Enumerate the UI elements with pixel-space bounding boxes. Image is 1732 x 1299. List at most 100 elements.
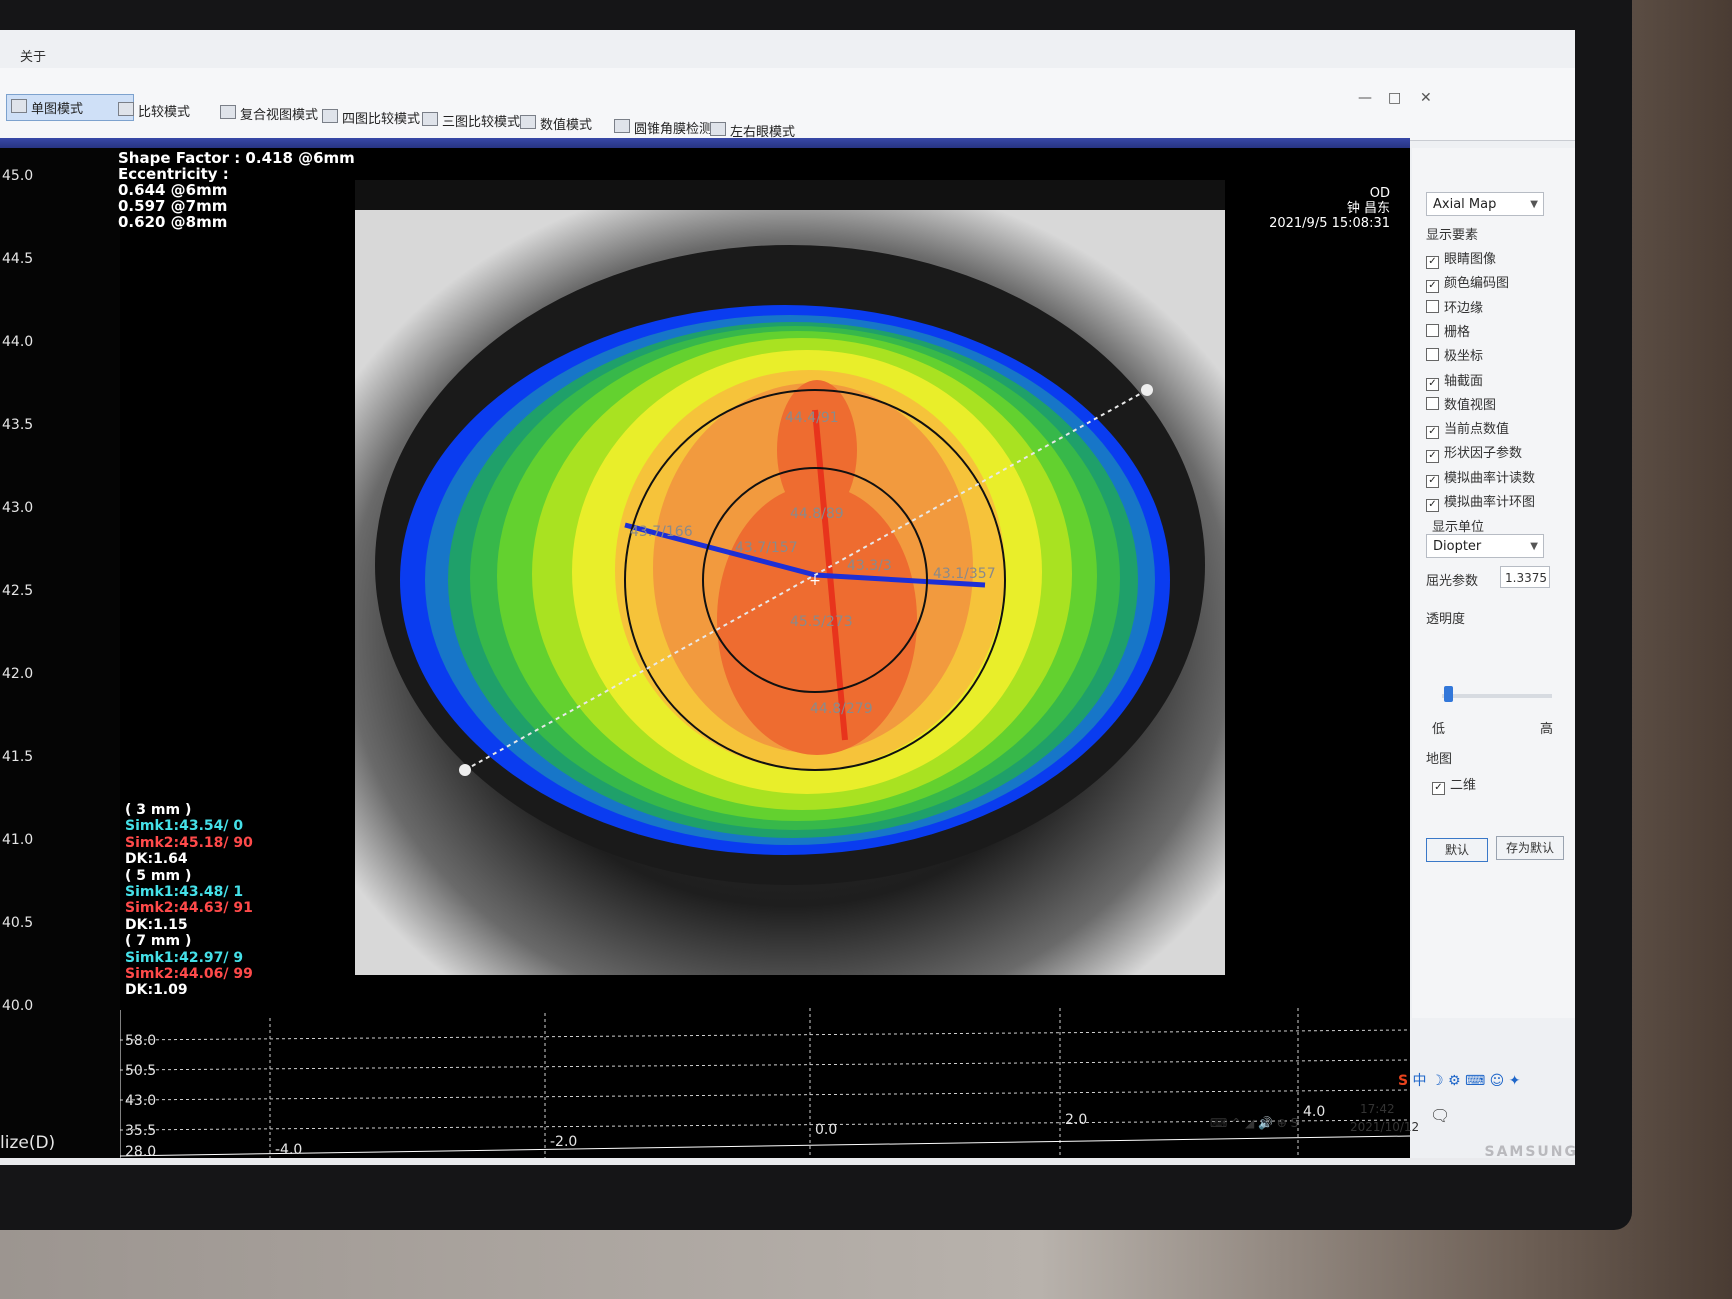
ime-toolbar[interactable]: S 中 ☽ ⚙ ⌨ ☺ ✦ — [1398, 1070, 1520, 1090]
topography-view: 45.0 44.5 44.0 43.5 43.0 42.5 42.0 41.5 … — [0, 148, 1410, 1158]
tab-composite-mode[interactable]: 复合视图模式 — [216, 101, 324, 126]
four-grid-icon — [322, 109, 338, 123]
simk-readings: ( 3 mm ) Simk1:43.54/ 0 Simk2:45.18/ 90 … — [125, 802, 253, 999]
checkbox-icon: ✓ — [1426, 377, 1439, 391]
simk1-3mm: Simk1:43.54/ 0 — [125, 818, 244, 835]
scale-unit-label: lize(D) — [0, 1133, 56, 1153]
checkbox-icon: ✓ — [1426, 499, 1439, 512]
sogou-icon: S — [1398, 1073, 1409, 1089]
maximize-button[interactable]: □ — [1388, 90, 1401, 106]
tab-three-compare-mode[interactable]: 三图比较模式 — [418, 108, 526, 133]
three-grid-icon — [422, 112, 438, 126]
scale-tick: 44.5 — [2, 251, 34, 267]
option-checkbox[interactable]: ✓ 模拟曲率计环图 — [1426, 491, 1535, 512]
eccentricity-6mm: 0.644 @6mm — [118, 181, 228, 199]
taskbar: ▥ ◉ ▰ ◍ — [0, 1158, 1575, 1165]
section-handle-left[interactable] — [459, 764, 471, 776]
profile-x-tick: -2.0 — [550, 1134, 577, 1150]
profile-x-tick: 2.0 — [1065, 1112, 1087, 1128]
corneal-map[interactable]: 44.4/91 44.8/89 43.7/166 43.7/157 43.3/3… — [355, 180, 1225, 975]
option-checkbox[interactable]: ✓ 形状因子参数 — [1426, 442, 1522, 464]
eccentricity-7mm: 0.597 @7mm — [118, 197, 228, 215]
option-checkbox[interactable]: ✓ 模拟曲率计读数 — [1426, 467, 1535, 488]
mode-toolbar: 单图模式 比较模式 复合视图模式 四图比较模式 三图比较模式 数值模式 圆锥角膜… — [0, 68, 1575, 141]
profile-y-tick: 50.5 — [125, 1063, 156, 1079]
checkbox-icon: ✓ — [1426, 474, 1439, 488]
unit-select[interactable]: Diopter ▼ — [1426, 534, 1544, 558]
map-label-outer-right: 43.1/357 — [933, 566, 996, 582]
option-checkbox[interactable]: ✓ 当前点数值 — [1426, 418, 1509, 440]
option-checkbox[interactable]: ✓ 眼睛图像 — [1426, 248, 1496, 269]
map-label-top: 44.4/91 — [785, 410, 839, 426]
checkbox-icon — [1426, 348, 1439, 362]
map-label-inner-bottom: 45.5/273 — [790, 614, 853, 630]
option-checkbox[interactable]: 栅格 — [1426, 321, 1470, 340]
checkbox-icon — [1426, 323, 1439, 337]
dk-7mm: DK:1.09 — [125, 982, 188, 999]
scale-tick: 41.0 — [2, 832, 34, 848]
menu-bar: 关于 — [0, 42, 1575, 68]
zone-5mm: ( 5 mm ) — [125, 867, 192, 884]
dk-5mm: DK:1.15 — [125, 916, 188, 933]
checkbox-icon: ✓ — [1426, 450, 1439, 464]
option-checkbox[interactable]: 数值视图 — [1426, 394, 1496, 413]
simk1-5mm: Simk1:43.48/ 1 — [125, 884, 244, 901]
monitor: 关于 单图模式 比较模式 复合视图模式 四图比较模式 三图比较模式 数值模式 圆… — [0, 0, 1632, 1230]
zone-3mm: ( 3 mm ) — [125, 802, 192, 818]
single-view-icon — [11, 99, 27, 113]
menu-about[interactable]: 关于 — [20, 46, 46, 65]
tab-four-compare-mode[interactable]: 四图比较模式 — [318, 105, 426, 130]
clock-time[interactable]: 17:42 — [1360, 1102, 1395, 1116]
low-label: 低 — [1432, 722, 1446, 737]
screen: 关于 单图模式 比较模式 复合视图模式 四图比较模式 三图比较模式 数值模式 圆… — [0, 30, 1575, 1165]
shape-factor: Shape Factor : 0.418 @6mm — [118, 149, 355, 167]
zone-7mm: ( 7 mm ) — [125, 933, 192, 950]
option-checkbox[interactable]: ✓ 颜色编码图 — [1426, 272, 1509, 294]
profile-y-tick: 35.5 — [125, 1123, 156, 1139]
save-default-button[interactable]: 存为默认 — [1496, 836, 1564, 860]
notification-icon[interactable]: 🗨 — [1430, 1106, 1450, 1125]
2d-checkbox[interactable]: ✓ 二维 — [1432, 774, 1476, 795]
scale-tick: 43.0 — [2, 500, 34, 516]
close-button[interactable]: ✕ — [1420, 90, 1432, 106]
slider-handle[interactable] — [1443, 686, 1453, 702]
tab-keratoconus-detection[interactable]: 圆锥角膜检测 — [610, 115, 718, 140]
tab-compare-mode[interactable]: 比较模式 — [114, 98, 196, 123]
map-type-select[interactable]: Axial Map ▼ — [1426, 192, 1544, 216]
profile-x-tick: -4.0 — [275, 1142, 302, 1158]
dk-3mm: DK:1.64 — [125, 851, 188, 868]
left-right-eye-icon — [710, 122, 726, 136]
profile-x-tick: 0.0 — [815, 1122, 837, 1138]
minimize-button[interactable]: — — [1358, 90, 1372, 106]
option-checkbox[interactable]: 环边缘 — [1426, 297, 1483, 316]
color-scale: 45.0 44.5 44.0 43.5 43.0 42.5 42.0 41.5 … — [0, 148, 120, 1158]
tray-icons[interactable]: ⌨ ^ ◢ 🔊 ⊕ S — [1210, 1116, 1298, 1130]
checkbox-icon: ✓ — [1426, 256, 1439, 269]
option-checkbox[interactable]: ✓ 轴截面 — [1426, 370, 1483, 391]
map-label: 地图 — [1426, 752, 1453, 767]
scale-tick: 40.0 — [2, 998, 34, 1014]
numeric-view-icon — [520, 115, 536, 129]
simk2-7mm: Simk2:44.06/ 99 — [125, 966, 253, 983]
tab-numeric-mode[interactable]: 数值模式 — [516, 111, 598, 136]
map-label-outer-left: 43.7/166 — [630, 524, 693, 540]
profile-y-tick: 43.0 — [125, 1093, 156, 1109]
map-label-inner-left: 43.7/157 — [735, 540, 798, 556]
high-label: 高 — [1540, 722, 1554, 737]
map-label-inner-right: 43.3/3 — [847, 558, 892, 574]
option-checkbox[interactable]: 极坐标 — [1426, 345, 1483, 364]
scale-tick: 42.5 — [2, 583, 34, 599]
scale-tick: 42.0 — [2, 666, 34, 682]
refraction-label: 屈光参数 — [1426, 574, 1479, 589]
refraction-input[interactable]: 1.3375 — [1500, 566, 1550, 588]
transparency-slider[interactable] — [1442, 686, 1552, 702]
eye-side: OD — [1369, 186, 1390, 201]
center-crosshair-icon: + — [809, 573, 821, 589]
scale-tick: 41.5 — [2, 749, 34, 765]
composite-view-icon — [220, 105, 236, 119]
chevron-down-icon: ▼ — [1530, 541, 1538, 552]
section-handle-right[interactable] — [1141, 384, 1153, 396]
clock-date[interactable]: 2021/10/12 — [1350, 1120, 1419, 1134]
default-button[interactable]: 默认 — [1426, 838, 1488, 862]
scale-tick: 45.0 — [2, 168, 34, 184]
